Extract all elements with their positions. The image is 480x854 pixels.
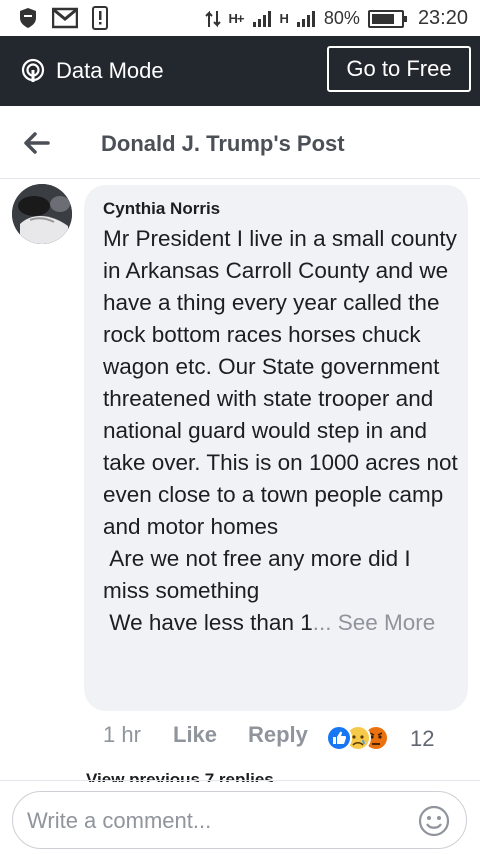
data-mode-bar: Data Mode Go to Free: [0, 36, 480, 106]
like-button[interactable]: Like: [173, 722, 248, 748]
signal-icon-2: [296, 10, 315, 27]
comment-actions: 1 hr Like Reply: [103, 722, 308, 748]
battery-percent: 80%: [323, 8, 360, 28]
data-mode-indicator[interactable]: Data Mode: [20, 58, 164, 84]
comment-time: 1 hr: [103, 722, 141, 747]
system-status: H+ H 80% 23:20: [204, 7, 468, 30]
network-type-1: H+: [228, 11, 245, 26]
gmail-icon: [52, 7, 78, 29]
comment-body: Mr President I live in a small county in…: [103, 226, 458, 635]
avatar-photo: [12, 184, 72, 244]
reactions-summary[interactable]: [326, 724, 396, 752]
emoji-icon[interactable]: [418, 805, 450, 837]
go-to-free-button[interactable]: Go to Free: [327, 46, 471, 92]
data-transfer-icon: [204, 10, 221, 27]
network-type-2: H: [279, 11, 289, 26]
status-bar: H+ H 80% 23:20: [0, 0, 480, 36]
comment-text: Mr President I live in a small county in…: [103, 223, 458, 639]
data-mode-label: Data Mode: [56, 58, 164, 83]
divider: [0, 780, 480, 781]
reply-button[interactable]: Reply: [248, 722, 308, 748]
broadcast-icon: [21, 58, 45, 84]
comment-input[interactable]: [25, 804, 409, 838]
clock: 23:20: [417, 7, 468, 29]
see-more-link[interactable]: ... See More: [313, 610, 436, 635]
comment-bubble: Cynthia Norris Mr President I live in a …: [84, 185, 468, 711]
post-header: Donald J. Trump's Post: [0, 106, 480, 179]
avatar[interactable]: [12, 184, 72, 244]
comment-author[interactable]: Cynthia Norris: [103, 199, 220, 219]
signal-icon: [252, 10, 271, 27]
alert-phone-icon: [92, 6, 108, 30]
shield-icon: [20, 8, 36, 28]
battery-icon: [367, 9, 407, 28]
reaction-count[interactable]: 12: [410, 726, 434, 752]
page-title: Donald J. Trump's Post: [101, 131, 345, 156]
back-arrow-icon[interactable]: [22, 128, 52, 158]
notification-icons: [18, 6, 108, 30]
like-reaction-icon: [326, 725, 352, 751]
comment-composer: [12, 791, 467, 849]
